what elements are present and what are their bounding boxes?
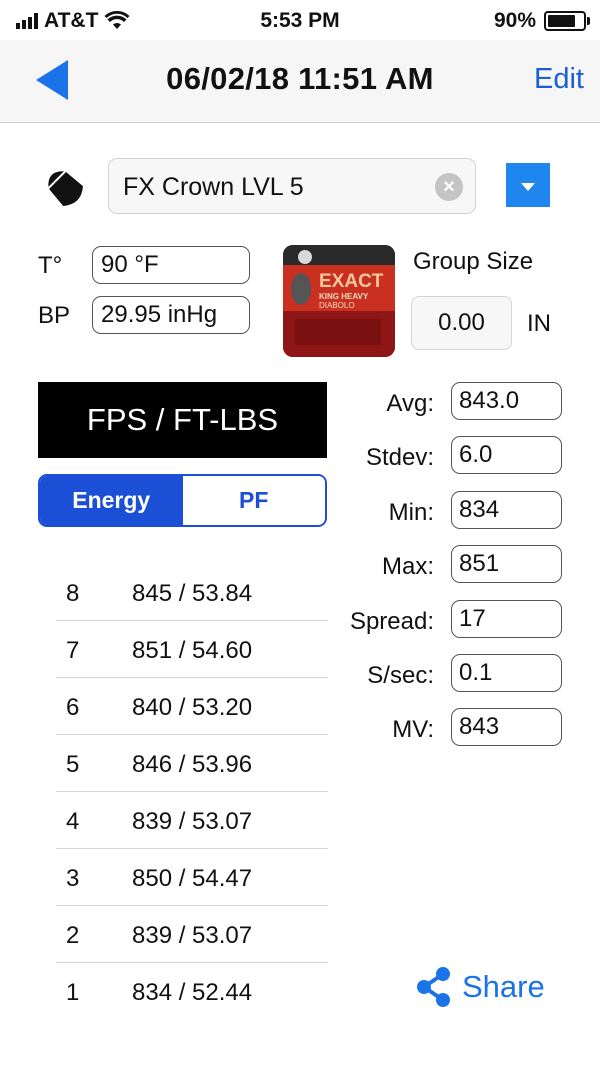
stat-label: S/sec: — [367, 661, 434, 689]
stat-label: Spread: — [349, 607, 434, 635]
shot-number: 2 — [66, 922, 80, 949]
page-title: 06/02/18 11:51 AM — [166, 61, 434, 96]
table-row[interactable]: 6 840 / 53.20 — [56, 678, 328, 735]
table-row[interactable]: 1 834 / 52.44 — [56, 963, 328, 1019]
table-row[interactable]: 3 850 / 54.47 — [56, 849, 328, 906]
stat-value[interactable]: 6.0 — [451, 436, 562, 475]
units-banner[interactable]: FPS / FT-LBS — [38, 382, 327, 458]
stat-max: Max: 851 — [330, 543, 570, 597]
navigation-bar: 06/02/18 11:51 AM Edit — [0, 40, 600, 123]
shot-value: 840 / 53.20 — [132, 694, 253, 721]
stat-spread: Spread: 17 — [330, 598, 570, 652]
share-button[interactable]: Share — [416, 966, 545, 1008]
stat-label: Max: — [381, 553, 434, 581]
stat-label: Avg: — [386, 390, 434, 417]
tin-line1-text: KING HEAVY — [319, 292, 369, 301]
battery-group: 90% — [493, 9, 590, 33]
shot-value: 845 / 53.84 — [132, 580, 253, 607]
shot-number: 5 — [66, 751, 80, 778]
battery-icon — [544, 11, 590, 31]
stats-panel: Avg: 843.0 Stdev: 6.0 Min: 834 Max: 851 Spre… — [330, 380, 570, 761]
share-label: Share — [462, 969, 545, 1004]
shot-number: 3 — [66, 865, 80, 892]
shot-value: 850 / 54.47 — [132, 865, 253, 892]
group-size-unit: IN — [527, 310, 551, 337]
tin-brand-text: EXACT — [319, 271, 384, 292]
shot-number: 4 — [66, 808, 80, 835]
stat-value[interactable]: 843 — [451, 708, 562, 747]
temperature-label: T° — [38, 252, 63, 279]
shot-value: 834 / 52.44 — [132, 979, 253, 1006]
share-icon — [417, 967, 450, 1007]
stat-min: Min: 834 — [330, 489, 570, 543]
stat-label: Stdev: — [365, 444, 434, 472]
shot-value: 851 / 54.60 — [132, 637, 253, 664]
group-size-field[interactable]: 0.00 — [411, 296, 512, 350]
pellet-name-field[interactable]: FX Crown LVL 5 × — [108, 158, 476, 214]
shot-value: 839 / 53.07 — [132, 808, 253, 835]
temperature-field[interactable]: 90 °F — [92, 246, 250, 284]
pellet-dropdown-button[interactable] — [506, 163, 550, 207]
pellet-tin-graphic: EXACT KING HEAVY DIABOLO — [283, 245, 395, 357]
segment-pf[interactable]: PF — [182, 476, 325, 525]
pellet-tin-image[interactable]: EXACT KING HEAVY DIABOLO — [283, 245, 395, 357]
table-row[interactable]: 8 845 / 53.84 — [56, 564, 328, 621]
table-row[interactable]: 4 839 / 53.07 — [56, 792, 328, 849]
group-size-label: Group Size — [413, 248, 534, 275]
stat-stdev: Stdev: 6.0 — [330, 434, 570, 488]
stat-shots-per-sec: S/sec: 0.1 — [330, 652, 570, 706]
barometric-pressure-field[interactable]: 29.95 inHg — [92, 296, 250, 334]
stat-label: MV: — [392, 716, 434, 744]
stat-value[interactable]: 17 — [451, 599, 562, 638]
shot-value: 846 / 53.96 — [132, 751, 253, 778]
stat-value[interactable]: 851 — [451, 545, 562, 584]
stat-mv: MV: 843 — [330, 706, 570, 760]
pellet-icon — [48, 171, 83, 206]
barometric-pressure-label: BP — [38, 302, 71, 329]
battery-percent: 90% — [493, 9, 536, 32]
stat-value[interactable]: 843.0 — [451, 382, 562, 420]
clear-icon[interactable]: × — [435, 173, 463, 201]
shot-number: 7 — [66, 637, 80, 664]
stat-avg: Avg: 843.0 — [330, 380, 570, 434]
table-row[interactable]: 2 839 / 53.07 — [56, 906, 328, 963]
edit-button[interactable]: Edit — [534, 63, 584, 96]
shot-number: 1 — [66, 979, 80, 1006]
table-row[interactable]: 7 851 / 54.60 — [56, 621, 328, 678]
shot-number: 6 — [66, 694, 80, 721]
segment-energy[interactable]: Energy — [40, 476, 183, 525]
stat-value[interactable]: 834 — [451, 490, 562, 529]
stat-value[interactable]: 0.1 — [451, 653, 562, 692]
status-bar: AT&T 5:53 PM 90% — [0, 0, 600, 40]
table-row[interactable]: 5 846 / 53.96 — [56, 735, 328, 792]
shot-number: 8 — [66, 580, 80, 607]
shot-value: 839 / 53.07 — [132, 922, 253, 949]
pellet-name-text: FX Crown LVL 5 — [123, 173, 304, 201]
shot-list: 8 845 / 53.84 7 851 / 54.60 6 840 / 53.20 5… — [56, 564, 328, 1019]
stat-label: Min: — [388, 498, 434, 526]
tin-line2-text: DIABOLO — [319, 301, 355, 310]
energy-pf-segmented-control: Energy PF — [38, 474, 327, 527]
